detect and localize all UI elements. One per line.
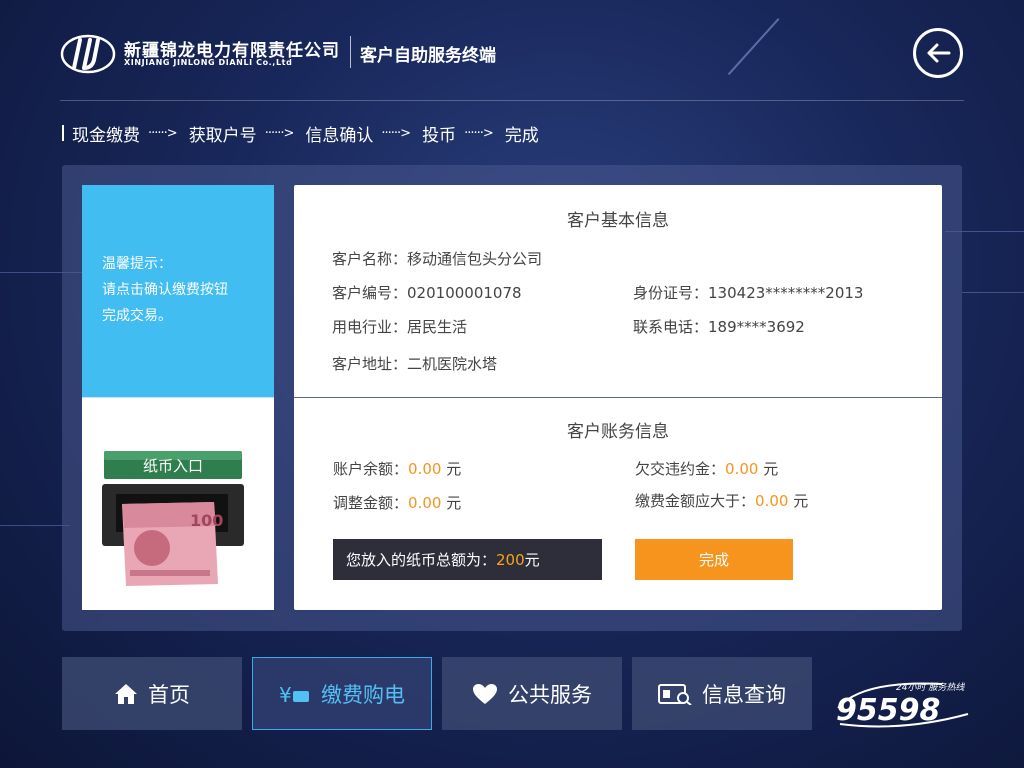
tip-line: 完成交易。	[102, 308, 172, 324]
decorative-line	[0, 525, 70, 526]
breadcrumb-step: 信息确认	[305, 125, 374, 146]
breadcrumb-step: 完成	[504, 125, 539, 146]
tip-title: 温馨提示：	[102, 256, 172, 272]
field-label: 身份证号：	[633, 284, 709, 302]
field-label: 缴费金额应大于：	[635, 492, 756, 510]
currency-unit: 元	[763, 460, 779, 478]
customer-info-card: 客户基本信息 客户名称：移动通信包头分公司 客户编号：020100001078 …	[294, 185, 942, 610]
adjust-field: 调整金额：0.00 元	[333, 492, 461, 513]
field-value: 130423********2013	[708, 284, 864, 302]
field-label: 客户名称：	[332, 250, 408, 268]
total-label: 您放入的纸币总额为：	[346, 551, 497, 569]
home-icon	[115, 683, 137, 704]
breadcrumb-marker	[62, 125, 64, 141]
field-value: 居民生活	[407, 318, 468, 336]
breadcrumb-step: 获取户号	[188, 125, 257, 146]
field-label: 客户地址：	[332, 355, 408, 373]
phone-field: 联系电话：189****3692	[633, 316, 805, 337]
field-value: 0.00	[755, 492, 789, 510]
balance-field: 账户余额：0.00 元	[333, 458, 461, 479]
address-field: 客户地址：二机医院水塔	[332, 353, 497, 374]
header-rule	[60, 100, 964, 101]
breadcrumb: 现金缴费 ······> 获取户号 ······> 信息确认 ······> 投…	[62, 121, 539, 146]
total-amount: 200	[496, 550, 525, 569]
field-value: 0.00	[408, 460, 442, 478]
field-value: 移动通信包头分公司	[407, 250, 543, 268]
field-value: 020100001078	[407, 284, 522, 302]
field-label: 欠交违约金：	[635, 460, 726, 478]
tip-line: 请点击确认缴费按钮	[102, 282, 228, 298]
field-label: 用电行业：	[332, 318, 408, 336]
arrow-left-icon	[927, 43, 951, 63]
industry-field: 用电行业：居民生活	[332, 316, 467, 337]
breadcrumb-separator: ······>	[464, 125, 494, 141]
field-value: 二机医院水塔	[407, 355, 498, 373]
breadcrumb-separator: ······>	[381, 125, 411, 141]
account-info-title: 客户账务信息	[567, 422, 669, 442]
field-label: 客户编号：	[332, 284, 408, 302]
terminal-title: 客户自助服务终端	[360, 46, 496, 66]
bill-insert-illustration: 纸币入口 100	[82, 397, 274, 610]
bill-slot-image: 纸币入口 100	[102, 451, 244, 586]
card-divider	[294, 397, 942, 398]
nav-label: 公共服务	[508, 682, 592, 707]
min-payment-field: 缴费金额应大于：0.00 元	[635, 490, 808, 511]
header-divider	[350, 36, 351, 68]
currency-unit: 元	[793, 492, 809, 510]
field-value: 0.00	[408, 494, 442, 512]
nav-public-service-button[interactable]: 公共服务	[442, 657, 622, 730]
customer-name-field: 客户名称：移动通信包头分公司	[332, 248, 542, 269]
basic-info-title: 客户基本信息	[567, 211, 669, 231]
breadcrumb-step: 现金缴费	[72, 125, 140, 146]
back-button[interactable]	[913, 28, 963, 78]
nav-label: 首页	[148, 682, 190, 707]
currency-unit: 元	[446, 494, 462, 512]
nav-label: 缴费购电	[321, 682, 405, 707]
hotline-95598-logo: 24小时 服务热线 95598	[836, 682, 969, 728]
tip-box: 温馨提示： 请点击确认缴费按钮 完成交易。	[82, 185, 274, 397]
yuan-card-icon: ¥	[279, 683, 309, 705]
total-unit: 元	[524, 551, 540, 569]
decorative-line	[962, 292, 1024, 293]
penalty-field: 欠交违约金：0.00 元	[635, 458, 778, 479]
breadcrumb-separator: ······>	[148, 125, 178, 141]
field-label: 账户余额：	[333, 460, 409, 478]
svg-text:24小时 服务热线: 24小时 服务热线	[896, 682, 965, 693]
inserted-total-box: 您放入的纸币总额为： 200 元	[333, 539, 602, 580]
breadcrumb-step: 投币	[422, 125, 457, 146]
heart-hand-icon	[473, 683, 497, 704]
nav-label: 信息查询	[702, 682, 786, 707]
customer-number-field: 客户编号：020100001078	[332, 282, 522, 303]
bill-slot-label: 纸币入口	[143, 457, 203, 475]
svg-text:100: 100	[190, 511, 223, 530]
svg-text:¥: ¥	[279, 683, 292, 705]
header: 新疆锦龙电力有限责任公司 XINJIANG JINLONG DIANLI Co.…	[60, 28, 964, 100]
field-label: 联系电话：	[633, 318, 709, 336]
currency-unit: 元	[446, 460, 462, 478]
field-value: 189****3692	[708, 318, 805, 336]
nav-pay-button[interactable]: ¥ 缴费购电	[252, 657, 432, 730]
field-value: 0.00	[725, 460, 759, 478]
company-logo-icon	[60, 34, 116, 74]
nav-home-button[interactable]: 首页	[62, 657, 242, 730]
id-number-field: 身份证号：130423********2013	[633, 282, 863, 303]
company-name-en: XINJIANG JINLONG DIANLI Co.,Ltd	[124, 58, 293, 67]
breadcrumb-separator: ······>	[264, 125, 295, 141]
field-label: 调整金额：	[333, 494, 409, 512]
finish-button[interactable]: 完成	[635, 539, 793, 580]
nav-info-query-button[interactable]: 信息查询	[632, 657, 812, 730]
id-card-search-icon	[658, 683, 692, 705]
